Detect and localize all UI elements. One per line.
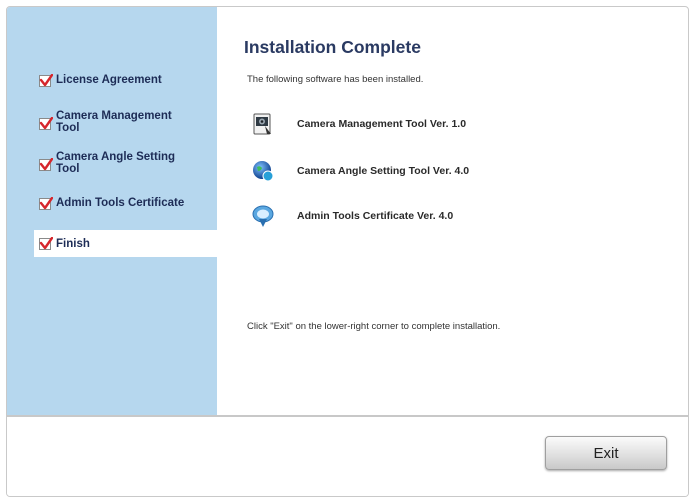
step-admin-tools-certificate: Admin Tools Certificate: [39, 197, 217, 210]
software-name: Admin Tools Certificate Ver. 4.0: [297, 210, 454, 222]
completion-note: Click "Exit" on the lower-right corner t…: [247, 321, 501, 332]
installer-window: License Agreement Camera Management Tool…: [6, 6, 689, 497]
software-item-camera-angle: Camera Angle Setting Tool Ver. 4.0: [251, 159, 469, 183]
checkbox-checked-icon: [39, 158, 53, 171]
certificate-icon: [252, 205, 274, 227]
step-label: Admin Tools Certificate: [56, 197, 185, 209]
step-label: License Agreement: [56, 74, 162, 86]
step-camera-management-tool: Camera Management Tool: [39, 110, 217, 134]
software-name: Camera Angle Setting Tool Ver. 4.0: [297, 165, 470, 177]
camera-management-icon: [253, 113, 271, 135]
step-label: Camera Management Tool: [56, 110, 172, 134]
globe-icon: [253, 161, 274, 182]
step-label: Camera Angle Setting Tool: [56, 151, 176, 175]
step-camera-angle-setting-tool: Camera Angle Setting Tool: [39, 151, 217, 175]
main-content: Installation Complete The following soft…: [217, 7, 688, 415]
step-label: Finish: [56, 237, 90, 250]
footer-bar: Exit: [7, 417, 688, 496]
software-item-admin-certificate: Admin Tools Certificate Ver. 4.0: [251, 204, 453, 228]
checkbox-checked-icon: [39, 197, 53, 210]
checkbox-checked-icon: [39, 236, 53, 250]
software-item-camera-management: Camera Management Tool Ver. 1.0: [251, 112, 466, 136]
step-finish: Finish: [34, 230, 217, 257]
checkbox-checked-icon: [39, 117, 53, 130]
page-title: Installation Complete: [244, 37, 421, 57]
steps-sidebar: License Agreement Camera Management Tool…: [7, 7, 217, 415]
exit-button[interactable]: Exit: [545, 436, 667, 470]
software-name: Camera Management Tool Ver. 1.0: [297, 118, 467, 130]
step-license-agreement: License Agreement: [39, 74, 217, 87]
page-subtitle: The following software has been installe…: [247, 74, 424, 85]
checkbox-checked-icon: [39, 74, 53, 87]
